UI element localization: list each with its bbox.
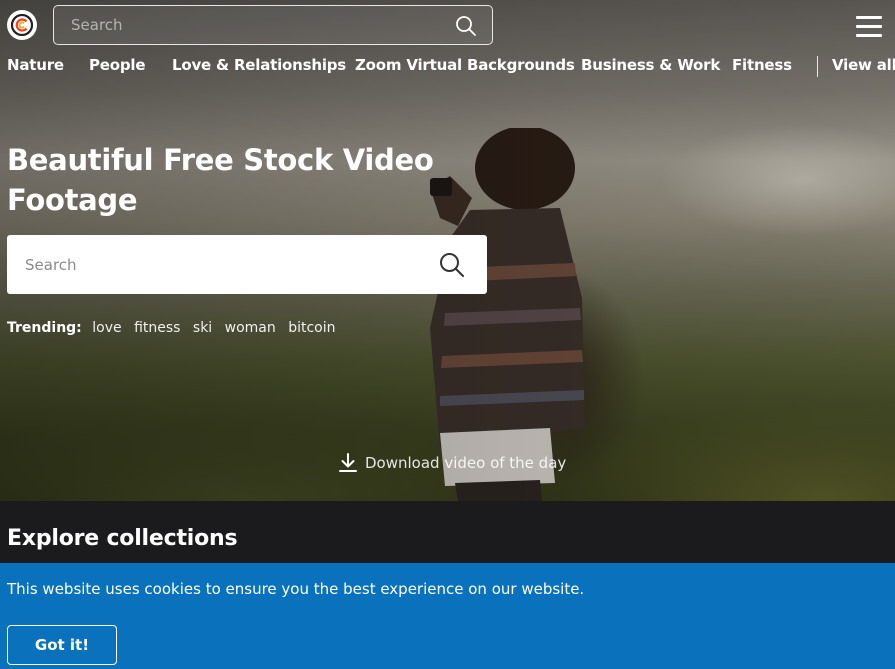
nav-item-fitness[interactable]: Fitness bbox=[732, 56, 792, 74]
download-label: Download video of the day bbox=[365, 454, 567, 472]
page-title: Beautiful Free Stock Video Footage bbox=[7, 143, 434, 217]
explore-collections-section: Explore collections bbox=[0, 501, 895, 563]
nav-divider bbox=[817, 56, 818, 77]
brand-logo-icon[interactable] bbox=[7, 10, 37, 40]
nav-item-people[interactable]: People bbox=[89, 56, 146, 74]
nav-item-zoom-virtual-backgrounds[interactable]: Zoom Virtual Backgrounds bbox=[355, 56, 575, 74]
trending-tag-woman[interactable]: woman bbox=[225, 320, 276, 336]
trending-tag-bitcoin[interactable]: bitcoin bbox=[288, 320, 335, 336]
nav-item-business-work[interactable]: Business & Work bbox=[581, 56, 720, 74]
header-search-box[interactable] bbox=[53, 5, 493, 45]
trending-tag-love[interactable]: love bbox=[92, 320, 121, 336]
search-icon[interactable] bbox=[439, 252, 465, 278]
download-video-of-the-day-link[interactable]: Download video of the day bbox=[339, 452, 566, 474]
trending-tag-ski[interactable]: ski bbox=[193, 320, 212, 336]
header-search-input[interactable] bbox=[69, 6, 439, 44]
cookie-message: This website uses cookies to ensure you … bbox=[7, 580, 585, 598]
trending-label: Trending: bbox=[7, 320, 82, 336]
nav-view-all-link[interactable]: View all bbox=[832, 56, 895, 74]
nav-item-nature[interactable]: Nature bbox=[7, 56, 64, 74]
explore-collections-title: Explore collections bbox=[7, 526, 238, 551]
category-nav: Nature People Love & Relationships Zoom … bbox=[7, 56, 895, 78]
trending-tag-fitness[interactable]: fitness bbox=[134, 320, 180, 336]
cookie-accept-button[interactable]: Got it! bbox=[7, 625, 117, 665]
cookie-banner: This website uses cookies to ensure you … bbox=[0, 563, 895, 669]
nav-item-love-relationships[interactable]: Love & Relationships bbox=[172, 56, 346, 74]
hero-search-box[interactable] bbox=[7, 235, 487, 294]
hero-search-input[interactable] bbox=[23, 235, 423, 294]
search-icon[interactable] bbox=[455, 15, 477, 37]
hamburger-menu-icon[interactable] bbox=[856, 16, 882, 38]
hero-section: Nature People Love & Relationships Zoom … bbox=[0, 0, 895, 501]
trending-tags: Trending: love fitness ski woman bitcoin bbox=[7, 320, 344, 342]
download-icon bbox=[339, 453, 357, 472]
